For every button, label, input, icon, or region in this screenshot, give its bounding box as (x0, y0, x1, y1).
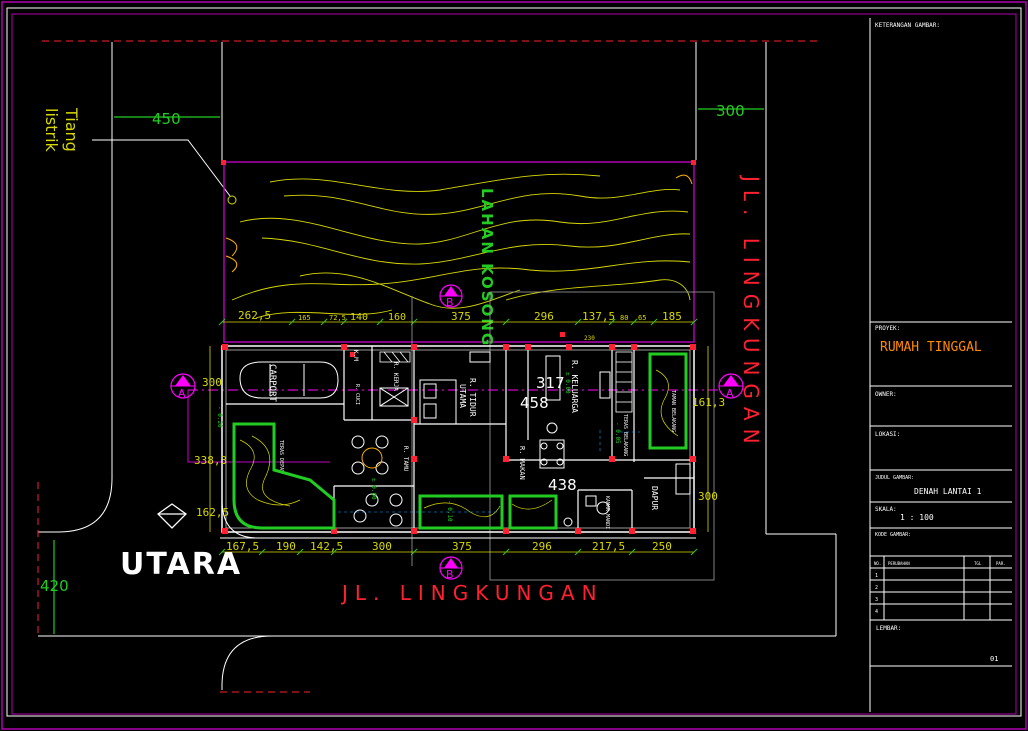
car-icon (239, 361, 339, 399)
hidden-lines (338, 430, 640, 513)
room-laundry: R. CUCI (354, 384, 360, 405)
tb-proyek-label: PROYEK: (875, 325, 900, 332)
kitchen-bath-fixtures (563, 463, 691, 527)
tb-skala-label: SKALA: (875, 506, 897, 513)
dim-bottom-3: 142,5 (310, 540, 343, 553)
dim-inner-1: 317 (536, 374, 565, 392)
pole-label-2: listrik (42, 108, 61, 153)
dim-top-5: 160 (388, 312, 406, 323)
dim-left-2: 338,3 (194, 454, 227, 467)
dim-right-2: 300 (698, 490, 718, 503)
section-marker-a-left[interactable]: A (170, 373, 196, 400)
level-garden: - 0.10 (446, 500, 453, 522)
room-kitchen: DAPUR (650, 486, 659, 510)
dimension-lines (209, 321, 709, 553)
lot-gate-icon (225, 174, 693, 273)
room-dining: R. MAKAN (518, 446, 526, 480)
tb-rev-no: NO. (874, 561, 881, 566)
tb-skala-value: 1 : 100 (900, 513, 934, 522)
pole-label-1: Tiang (62, 107, 81, 152)
section-A-leader (187, 390, 330, 463)
dim-bottom-left: 420 (40, 577, 69, 595)
room-bath-main: KAMAR MANDI (604, 496, 610, 529)
tb-rev-date: TGL (974, 561, 982, 566)
dim-top-7: 296 (534, 310, 554, 323)
tb-lembar-label: LEMBAR: (876, 625, 901, 632)
dim-top-3: 72,5 (329, 314, 346, 322)
north-arrow-icon (156, 503, 188, 529)
room-work: R. KERJA (392, 362, 399, 391)
tb-rev-row-2: 2 (875, 585, 878, 591)
dim-top-6: 375 (451, 310, 471, 323)
dim-right-setback: 300 (716, 102, 745, 120)
north-label: UTARA (120, 547, 242, 582)
dim-bottom-2: 190 (276, 540, 296, 553)
section-a-right-label: A (726, 387, 734, 400)
dim-top-11: 185 (662, 310, 682, 323)
tb-lokasi-label: LOKASI: (875, 431, 900, 438)
section-b-bottom-label: B (446, 568, 454, 581)
electric-pole (92, 139, 237, 205)
room-bath-small: K.M (352, 350, 359, 361)
dim-top-1: 262,5 (238, 309, 271, 322)
section-b-top-label: B (446, 296, 454, 309)
room-rear-garden: TAMAN BELAKANG (670, 390, 676, 432)
dim-left-setback: 450 (152, 110, 181, 128)
dim-bottom-6: 296 (532, 540, 552, 553)
tb-rev-row-1: 1 (875, 573, 878, 579)
tb-rev-row-4: 4 (875, 609, 878, 615)
tb-judul-label: JUDUL GAMBAR: (875, 475, 914, 481)
street-label-bottom: JL. LINGKUNGAN (340, 581, 604, 605)
dim-bottom-7: 217,5 (592, 540, 625, 553)
section-marker-b-top[interactable]: B (439, 284, 463, 309)
tb-owner-label: OWNER: (875, 391, 897, 398)
cad-drawing-canvas[interactable]: 450 300 420 Tiang listrik LAHAN KOSONG C… (0, 0, 1028, 731)
room-bedroom-1: R. TIDUR (468, 378, 477, 417)
dim-left-3: 162,5 (196, 506, 229, 519)
tb-keterangan-label: KETERANGAN GAMBAR: (875, 22, 940, 29)
room-carport: CARPORT (267, 364, 277, 403)
dim-right-1: 161,3 (692, 396, 725, 409)
section-marker-b-bottom[interactable]: B (439, 556, 463, 581)
level-terrace: - 0.05 (614, 422, 621, 444)
dim-top-8: 137,5 (582, 310, 615, 323)
dim-bottom-5: 375 (452, 540, 472, 553)
room-bedroom-2: UTAMA (458, 384, 467, 408)
tb-rev-row-3: 3 (875, 597, 878, 603)
pole-icon (227, 195, 237, 205)
dim-top-12: 230 (584, 335, 595, 342)
tb-judul-value: DENAH LANTAI 1 (914, 487, 982, 496)
dim-inner-3: 438 (548, 476, 577, 494)
tb-rev-par: PAR. (996, 561, 1006, 566)
dim-top-10: 65 (638, 314, 646, 322)
level-living: ± 0.00 (370, 478, 377, 500)
dim-bottom-8: 250 (652, 540, 672, 553)
street-label-right: JL. LINGKUNGAN (739, 174, 763, 452)
tb-lembar-value: 01 (990, 655, 998, 663)
room-rear-terrace: TERAS BELAKANG (622, 414, 628, 456)
dim-bottom-4: 300 (372, 540, 392, 553)
dim-top-2: 165 (298, 314, 311, 322)
dim-left-1: 300 (202, 376, 222, 389)
room-living: R. TAMU (402, 446, 409, 472)
title-block (869, 18, 1012, 712)
room-front-terrace: TERAS DEPAN (278, 440, 284, 473)
section-a-left-label: A (178, 387, 186, 400)
level-family: ± 0.00 (564, 372, 571, 394)
dining-table-icon (539, 422, 565, 469)
dim-top-4: 140 (350, 312, 368, 323)
tb-kode-label: KODE GAMBAR: (875, 532, 911, 538)
dim-top-9: 80 (620, 314, 628, 322)
dim-inner-2: 458 (520, 394, 549, 412)
tb-rev-change: PERUBAHAN (888, 561, 910, 566)
empty-lot-label: LAHAN KOSONG (478, 188, 496, 347)
level-carport: - 0.20 (216, 406, 223, 428)
tb-proyek-value: RUMAH TINGGAL (880, 340, 982, 355)
